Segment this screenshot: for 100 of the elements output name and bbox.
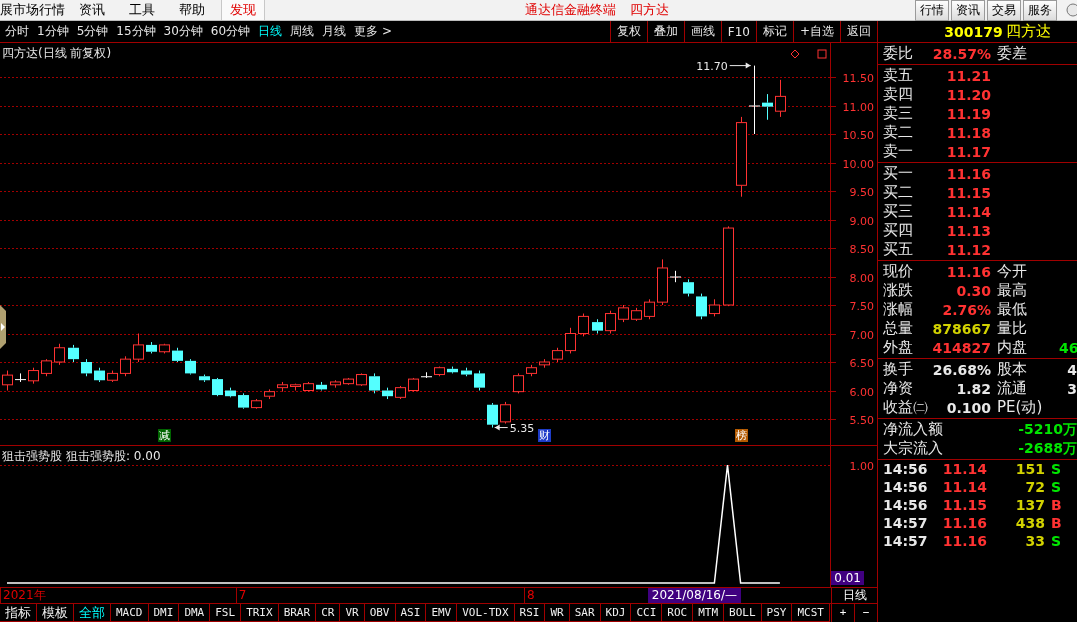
indicator-tab[interactable]: 模板	[37, 604, 74, 622]
candlestick	[434, 366, 445, 377]
period-tab[interactable]: 30分钟	[163, 23, 203, 40]
indicator-tab[interactable]: SAR	[569, 604, 601, 622]
candlestick	[356, 372, 367, 387]
quote-label: PE(动)	[997, 398, 1044, 417]
period-tab[interactable]: 分时	[5, 23, 29, 40]
candlestick	[395, 385, 406, 400]
menu-item[interactable]: 资讯	[79, 1, 115, 19]
candlestick	[107, 370, 118, 383]
indicator-tab[interactable]: WR	[545, 604, 570, 622]
indicator-tab[interactable]: EMV	[426, 604, 458, 622]
period-tab[interactable]: 周线	[290, 23, 315, 40]
indicator-tab[interactable]: 全部	[74, 604, 111, 622]
menu-item[interactable]: 帮助	[179, 1, 215, 19]
nav-button[interactable]: 资讯	[951, 0, 985, 21]
indicator-tab[interactable]: MTM	[693, 604, 725, 622]
trade-volume: 33	[1024, 533, 1045, 549]
indicator-tab[interactable]: OBV	[364, 604, 396, 622]
indicator-tab[interactable]: KDJ	[600, 604, 632, 622]
chart-title: 四方达(日线 前复权)	[2, 45, 112, 62]
stock-name: 四方达	[630, 1, 669, 19]
candlestick	[225, 387, 236, 398]
indicator-tab[interactable]: BOLL	[724, 604, 762, 622]
indicator-tab[interactable]: TRIX	[241, 604, 279, 622]
indicator-tab[interactable]: 指标	[0, 604, 37, 622]
quote-label: 大宗流入	[883, 439, 944, 458]
nav-button[interactable]: 行情	[915, 0, 949, 21]
indicator-tab[interactable]: ASI	[395, 604, 427, 622]
square-icon	[817, 49, 827, 59]
quote-label: 最高	[997, 281, 1028, 300]
period-tab[interactable]: 60分钟	[210, 23, 251, 40]
quote-value: 11.19	[945, 105, 991, 122]
toolbar-button[interactable]: 返回	[840, 21, 877, 42]
quote-label: 买四	[883, 221, 914, 240]
indicator-tab[interactable]: VOL-TDX	[457, 604, 515, 622]
trade-time: 14:57	[883, 533, 929, 549]
quote-label: 买五	[883, 240, 914, 259]
period-tab[interactable]: 月线	[322, 23, 347, 40]
indicator-tab[interactable]: MACD	[111, 604, 149, 622]
toolbar-button[interactable]: 叠加	[646, 21, 684, 42]
period-tab[interactable]: 日线	[258, 23, 283, 40]
axis-label: 1.00	[849, 459, 874, 473]
quote-label: 净流入额	[883, 420, 944, 439]
candlestick	[618, 304, 629, 323]
period-tab[interactable]: 15分钟	[116, 23, 156, 40]
price-label: 5.35	[509, 421, 535, 435]
indicator-tab[interactable]: MCST	[792, 604, 830, 622]
nav-button[interactable]: 服务	[1023, 0, 1057, 21]
quote-value: 11.20	[945, 86, 991, 103]
candlestick	[264, 388, 275, 400]
toolbar-button[interactable]: 画线	[683, 21, 721, 42]
axis-label: 9.00	[849, 214, 874, 228]
indicator-tab[interactable]: CCI	[631, 604, 663, 622]
collapse-handle[interactable]	[0, 305, 8, 349]
indicator-tab[interactable]: PSY	[761, 604, 793, 622]
axis-label: 7.50	[849, 299, 874, 313]
candlestick	[212, 377, 223, 397]
trade-price: 11.14	[941, 479, 987, 495]
period-tab[interactable]: 1分钟	[37, 23, 69, 40]
indicator-tab[interactable]: RSI	[514, 604, 546, 622]
circle-button-icon[interactable]	[1063, 3, 1077, 17]
indicator-tab[interactable]: DMI	[148, 604, 180, 622]
period-tab[interactable]: 5分钟	[76, 23, 109, 40]
candlestick	[133, 333, 144, 363]
indicator-tab[interactable]: ROC	[662, 604, 694, 622]
indicator-tab[interactable]: BRAR	[278, 604, 317, 622]
menu-item[interactable]: 展市场行情	[0, 1, 65, 19]
date-label: 7	[235, 588, 247, 603]
period-label: 日线	[831, 587, 877, 604]
indicator-tab[interactable]: VR	[340, 604, 365, 622]
period-tab[interactable]: 更多 >	[354, 23, 392, 40]
candlestick	[382, 387, 393, 400]
zoom-button[interactable]: −	[854, 604, 877, 622]
quote-value: 11.12	[945, 241, 991, 258]
nav-button[interactable]: 交易	[987, 0, 1021, 21]
menu-item[interactable]: 发现	[221, 0, 265, 20]
toolbar-button[interactable]: 复权	[609, 21, 647, 42]
cursor-date: 2021/08/16/—	[647, 588, 741, 603]
candlestick	[120, 355, 131, 377]
quote-label: 股本	[997, 360, 1028, 379]
trade-time: 14:56	[883, 479, 929, 495]
axis-label: 5.50	[849, 413, 874, 427]
event-marker: 财	[538, 429, 552, 442]
indicator-tab[interactable]: CR	[316, 604, 341, 622]
quote-label: 买一	[883, 164, 914, 183]
candlestick	[513, 372, 524, 394]
indicator-tab[interactable]: FSL	[210, 604, 242, 622]
toolbar-button[interactable]: F10	[720, 21, 756, 42]
quote-label: 卖五	[883, 66, 914, 85]
quote-label: 现价	[883, 262, 914, 281]
indicator-tab[interactable]: DMA	[179, 604, 211, 622]
date-label: 2021年	[0, 588, 46, 603]
menu-item[interactable]: 工具	[129, 1, 165, 19]
toolbar-button[interactable]: +自选	[792, 21, 840, 42]
quote-label: 量比	[997, 319, 1028, 338]
zoom-button[interactable]: +	[831, 604, 854, 622]
toolbar-button[interactable]: 标记	[755, 21, 793, 42]
quote-value: 11.16	[945, 165, 991, 182]
diamond-icon	[790, 49, 800, 59]
